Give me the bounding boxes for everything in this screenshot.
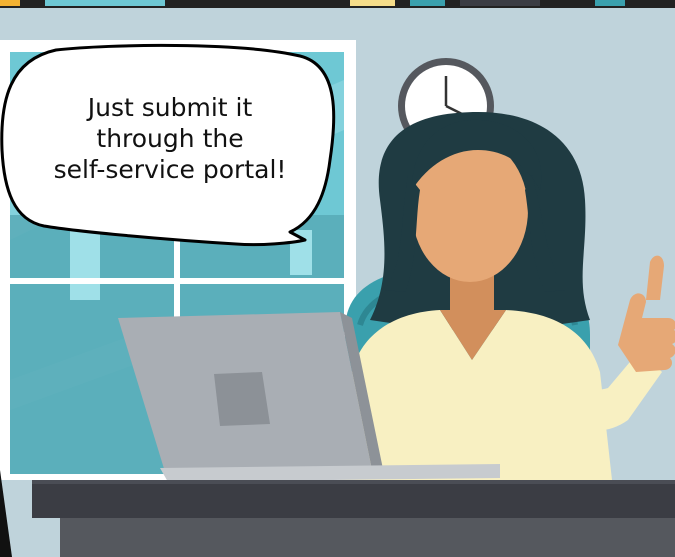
office-illustration xyxy=(0,0,675,557)
comic-panel: Just submit it through the self-service … xyxy=(0,0,675,557)
speech-line-1: Just submit it xyxy=(87,93,253,122)
desk xyxy=(32,480,675,557)
speech-line-2: through the xyxy=(96,124,244,153)
speech-bubble-text: Just submit it through the self-service … xyxy=(12,92,328,185)
top-strip xyxy=(0,0,675,22)
speech-line-3: self-service portal! xyxy=(53,155,287,184)
